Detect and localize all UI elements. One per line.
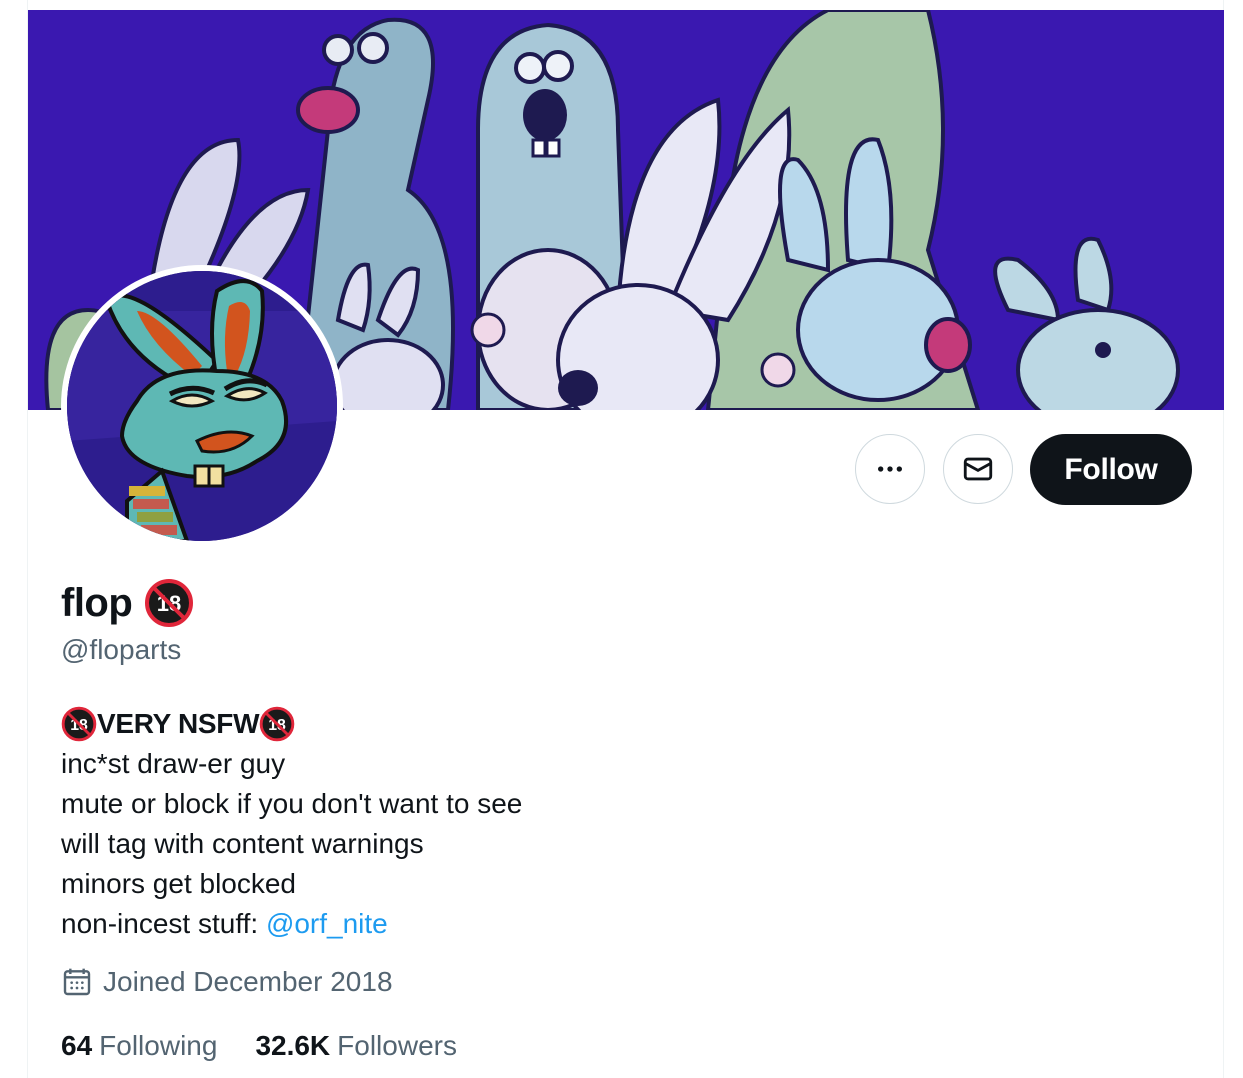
display-name: flop [61,580,133,625]
message-button[interactable] [943,434,1013,504]
calendar-icon [63,968,91,996]
followers-count: 32.6K [255,1030,331,1061]
avatar-image [67,271,337,541]
bio-heading-line: 18 VERY NSFW 18 [61,704,522,744]
following-label: Following [99,1030,218,1061]
following-link[interactable]: 64 Following [61,1030,217,1062]
no-one-under-18-icon: 18 [145,579,194,627]
bio-line: inc*st draw-er guy [61,748,286,779]
bio-line: mute or block if you don't want to see [61,788,523,819]
bio-line-prefix: non-incest stuff: [61,908,266,939]
following-count: 64 [61,1030,93,1061]
joined-text: Joined December 2018 [103,966,393,997]
no-one-under-18-icon: 18 [61,706,97,742]
follow-stats: 64 Following 32.6K Followers [61,1030,457,1062]
mention-link[interactable]: @orf_nite [266,904,388,944]
no-one-under-18-icon: 18 [259,706,295,742]
name-row: flop 18 [61,578,194,628]
bio-line: will tag with content warnings [61,828,424,859]
bio: 18 VERY NSFW 18 inc*st draw-er guy mute … [61,704,522,944]
more-icon [878,466,902,472]
joined-date: Joined December 2018 [61,966,393,998]
handle: @floparts [61,634,182,665]
avatar[interactable] [61,265,343,547]
envelope-icon [963,457,993,481]
bio-line: minors get blocked [61,868,297,899]
bio-line-with-mention: non-incest stuff: @orf_nite [61,904,522,944]
followers-link[interactable]: 32.6K Followers [255,1030,457,1062]
more-button[interactable] [855,434,925,504]
followers-label: Followers [337,1030,457,1061]
follow-button[interactable]: Follow [1030,434,1192,505]
bio-heading: VERY NSFW [97,708,260,739]
